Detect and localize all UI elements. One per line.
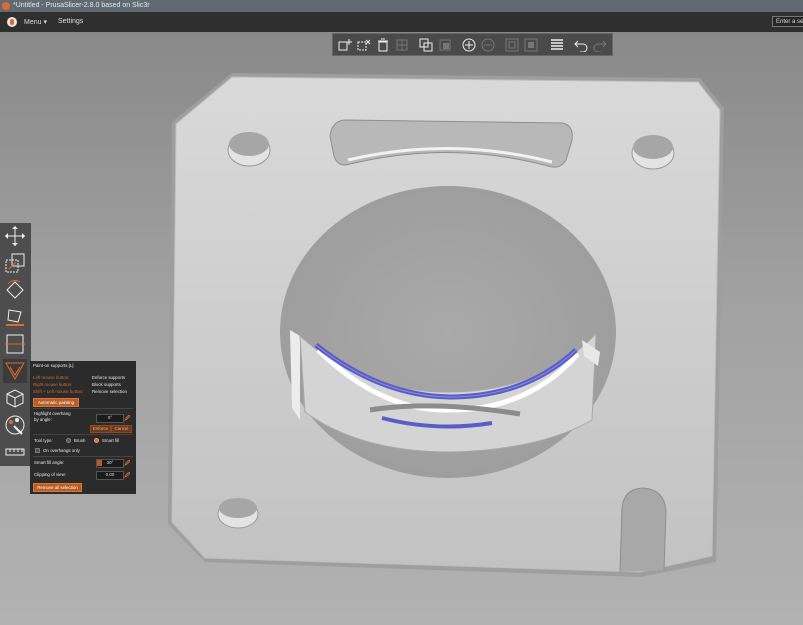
tool-type-label: Tool type:	[34, 438, 53, 443]
edit-icon[interactable]	[124, 460, 130, 466]
shortcut-key-shift: Shift + Left mouse button:	[33, 389, 84, 394]
delete-all-icon[interactable]	[375, 37, 390, 52]
overhangs-only-checkbox[interactable]	[35, 448, 40, 453]
3d-viewport[interactable]	[0, 32, 803, 625]
undo-icon[interactable]	[573, 37, 588, 52]
shortcut-action-remove: Remove selection	[92, 389, 127, 394]
delete-icon[interactable]	[356, 37, 371, 52]
smart-fill-angle-value: 30°	[106, 460, 114, 465]
add-instance-icon[interactable]	[461, 37, 476, 52]
clipping-value: 0.00	[105, 472, 115, 477]
remove-all-selection-button[interactable]: Remove all selection	[33, 483, 82, 492]
menu-label: Menu	[24, 19, 42, 26]
automatic-painting-button[interactable]: Automatic painting	[33, 398, 79, 407]
menu-button[interactable]: Menu ▾	[24, 18, 47, 26]
redo-icon[interactable]	[592, 37, 607, 52]
panel-title: Paint-on supports [L]	[33, 363, 74, 368]
slider-handle[interactable]	[97, 460, 102, 466]
cancel-button[interactable]: Cancel	[111, 425, 132, 433]
copy-icon[interactable]	[418, 37, 433, 52]
add-icon[interactable]	[337, 37, 352, 52]
shortcut-key-left: Left mouse button:	[33, 375, 70, 380]
layers-editing-icon[interactable]	[549, 37, 564, 52]
left-gizmo-toolbar	[0, 223, 31, 466]
bottom-right-notch	[619, 487, 667, 573]
smart-fill-angle-slider[interactable]: 30°	[96, 459, 124, 468]
highlight-overhang-label: Highlight overhang	[34, 411, 71, 416]
title-bar: *Untitled - PrusaSlicer-2.8.0 based on S…	[0, 0, 803, 12]
measure-icon[interactable]	[3, 440, 27, 464]
separator	[33, 408, 133, 409]
smart-fill-radio[interactable]	[94, 438, 99, 443]
hole-top-left	[227, 132, 271, 167]
brush-radio[interactable]	[66, 438, 71, 443]
settings-tab[interactable]: Settings	[58, 18, 83, 25]
mmu-painting-icon[interactable]	[3, 413, 27, 437]
clipping-slider[interactable]: 0.00	[96, 471, 124, 480]
prusa-logo-icon[interactable]	[7, 17, 17, 27]
overhang-angle-field[interactable]: 0°	[96, 414, 124, 423]
search-input[interactable]: Enter a search term	[772, 16, 803, 27]
overhangs-only-label: On overhangs only	[43, 448, 80, 453]
window-title: *Untitled - PrusaSlicer-2.8.0 based on S…	[13, 2, 150, 9]
shortcut-action-block: Block supports	[92, 382, 121, 387]
shortcut-key-right: Right mouse button:	[33, 382, 73, 387]
app-icon	[2, 2, 10, 10]
separator	[33, 456, 133, 457]
model-render[interactable]	[0, 32, 803, 625]
hole-top-right	[631, 135, 675, 170]
remove-instance-icon[interactable]	[480, 37, 495, 52]
enforce-button[interactable]: Enforce	[90, 425, 111, 433]
hole-bottom-left	[217, 498, 259, 529]
place-on-face-icon[interactable]	[3, 305, 27, 329]
seam-painting-icon[interactable]	[3, 386, 27, 410]
shortcut-action-enforce: Enforce supports	[92, 375, 126, 380]
cut-icon[interactable]	[3, 332, 27, 356]
paste-icon[interactable]	[437, 37, 452, 52]
clipping-label: Clipping of view:	[34, 472, 66, 477]
split-objects-icon[interactable]	[504, 37, 519, 52]
smart-fill-label: Smart fill	[102, 438, 120, 443]
move-icon[interactable]	[3, 224, 27, 248]
edit-icon[interactable]	[124, 472, 130, 478]
split-parts-icon[interactable]	[523, 37, 538, 52]
scale-icon[interactable]	[3, 251, 27, 275]
edit-icon[interactable]	[124, 415, 130, 421]
menu-bar: Menu ▾ Settings Enter a search term	[0, 12, 803, 32]
arrange-icon[interactable]	[394, 37, 409, 52]
support-painting-icon[interactable]	[3, 359, 27, 383]
separator	[33, 434, 133, 435]
top-toolbar	[332, 33, 613, 56]
by-angle-label: by angle:	[34, 417, 52, 422]
paint-on-supports-panel: Paint-on supports [L] Left mouse button:…	[30, 361, 136, 494]
brush-label: Brush	[74, 438, 86, 443]
rotate-icon[interactable]	[3, 278, 27, 302]
smart-fill-angle-label: Smart fill angle:	[34, 460, 65, 465]
